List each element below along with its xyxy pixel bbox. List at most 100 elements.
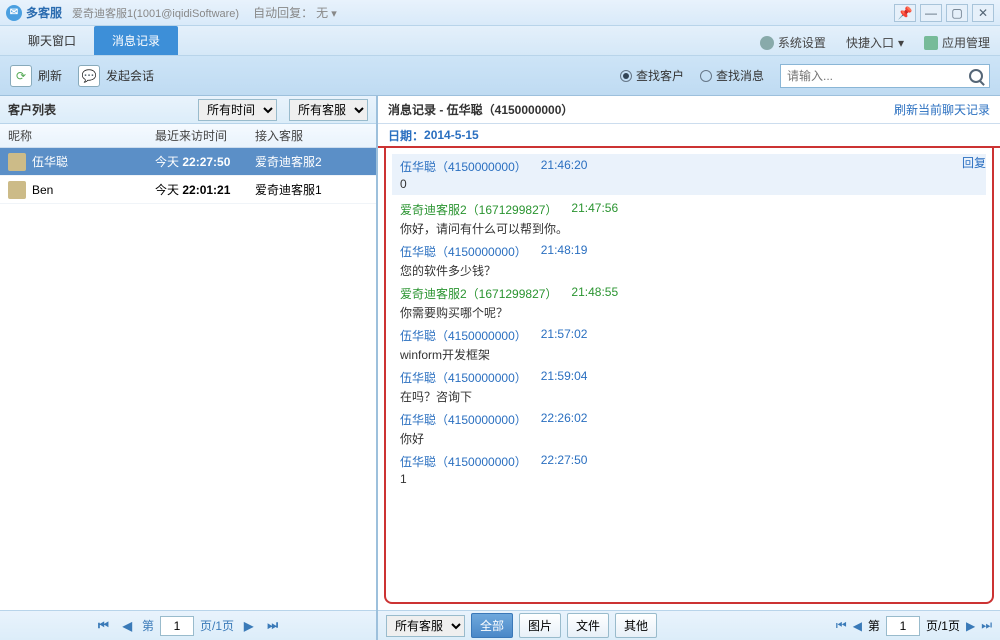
filter-image-button[interactable]: 图片	[519, 613, 561, 638]
maximize-button[interactable]: ▢	[946, 4, 968, 22]
message-body: 你好，请问有什么可以帮到你。	[400, 220, 976, 237]
col-agent[interactable]: 接入客服	[255, 127, 376, 144]
pager-last[interactable]: ⏭	[263, 618, 282, 633]
auto-reply-label: 自动回复： 无 ▾	[253, 4, 337, 21]
filter-agent-select[interactable]: 所有客服	[289, 99, 368, 121]
footer-agent-select[interactable]: 所有客服	[386, 615, 465, 637]
record-title: 消息记录 - 伍华聪（4150000000）	[388, 101, 573, 118]
message-sender: 伍华聪（4150000000）	[400, 411, 527, 428]
col-nickname[interactable]: 昵称	[0, 127, 155, 144]
message-time: 21:46:20	[541, 158, 588, 175]
message-time: 22:27:50	[541, 453, 588, 470]
message-body: 1	[400, 472, 976, 486]
message: 伍华聪（4150000000） 22:27:50 1	[400, 453, 976, 486]
tab-message-record[interactable]: 消息记录	[94, 26, 178, 55]
message: 伍华聪（4150000000） 21:59:04 在吗？咨询下	[400, 369, 976, 405]
app-name: 多客服	[26, 4, 62, 21]
filter-file-button[interactable]: 文件	[567, 613, 609, 638]
tabbar: 聊天窗口 消息记录 系统设置 快捷入口 ▾ 应用管理	[0, 26, 1000, 56]
customer-list-columns: 昵称 最近来访时间 接入客服	[0, 124, 376, 148]
pager-page-input[interactable]	[160, 616, 194, 636]
table-row[interactable]: Ben 今天 22:01:21 爱奇迪客服1	[0, 176, 376, 204]
message: 伍华聪（4150000000） 21:57:02 winform开发框架	[400, 327, 976, 363]
last-visit: 今天 22:01:21	[155, 181, 255, 198]
message-sender: 伍华聪（4150000000）	[400, 158, 527, 175]
agent: 爱奇迪客服1	[255, 181, 376, 198]
message-time: 21:57:02	[541, 327, 588, 344]
pager-first[interactable]: ⏮	[836, 618, 847, 633]
message: 爱奇迪客服2（1671299827） 21:47:56 你好，请问有什么可以帮到…	[400, 201, 976, 237]
customer-list-pane: 客户列表 所有时间 所有客服 昵称 最近来访时间 接入客服 伍华聪 今天 22:…	[0, 96, 378, 640]
pager-last[interactable]: ⏭	[981, 618, 992, 633]
pin-button[interactable]: 📌	[894, 4, 916, 22]
pager-prev[interactable]: ◀	[853, 619, 862, 633]
app-logo: ✉ 多客服	[6, 4, 62, 21]
refresh-chat-link[interactable]: 刷新当前聊天记录	[894, 101, 990, 118]
message-time: 21:48:55	[571, 285, 618, 302]
app-logo-icon: ✉	[6, 5, 22, 21]
filter-other-button[interactable]: 其他	[615, 613, 657, 638]
message-sender: 伍华聪（4150000000）	[400, 327, 527, 344]
reply-link[interactable]: 回复	[962, 154, 986, 171]
message: 爱奇迪客服2（1671299827） 21:48:55 你需要购买哪个呢？	[400, 285, 976, 321]
message-time: 22:26:02	[541, 411, 588, 428]
message-sender: 伍华聪（4150000000）	[400, 369, 527, 386]
last-visit: 今天 22:27:50	[155, 153, 255, 170]
message-body: 你需要购买哪个呢？	[400, 304, 976, 321]
tab-chat-window[interactable]: 聊天窗口	[10, 26, 94, 55]
message: 伍华聪（4150000000） 21:48:19 您的软件多少钱？	[400, 243, 976, 279]
message-record-pane: 消息记录 - 伍华聪（4150000000） 刷新当前聊天记录 日期：2014-…	[378, 96, 1000, 640]
pager-prev[interactable]: ◀	[119, 619, 136, 633]
search-icon[interactable]	[969, 69, 983, 83]
message-sender: 伍华聪（4150000000）	[400, 453, 527, 470]
refresh-button[interactable]: ⟳ 刷新	[10, 65, 62, 87]
message-time: 21:59:04	[541, 369, 588, 386]
chat-icon: 💬	[78, 65, 100, 87]
search-box	[780, 64, 990, 88]
message-time: 21:47:56	[571, 201, 618, 218]
pager-first[interactable]: ⏮	[94, 618, 113, 633]
refresh-icon: ⟳	[10, 65, 32, 87]
avatar	[8, 153, 26, 171]
message: 伍华聪（4150000000） 22:26:02 你好	[400, 411, 976, 447]
pager-next[interactable]: ▶	[966, 619, 975, 633]
table-row[interactable]: 伍华聪 今天 22:27:50 爱奇迪客服2	[0, 148, 376, 176]
avatar	[8, 181, 26, 199]
message-time: 21:48:19	[541, 243, 588, 260]
radio-dot-icon	[620, 70, 632, 82]
pager-page-input[interactable]	[886, 616, 920, 636]
nickname: Ben	[32, 183, 53, 197]
system-settings-button[interactable]: 系统设置	[750, 30, 836, 55]
window-buttons: 📌 — ▢ ✕	[894, 4, 994, 22]
quick-entry-button[interactable]: 快捷入口 ▾	[836, 30, 914, 55]
agent: 爱奇迪客服2	[255, 153, 376, 170]
nickname: 伍华聪	[32, 153, 68, 170]
minimize-button[interactable]: —	[920, 4, 942, 22]
message-sender: 爱奇迪客服2（1671299827）	[400, 201, 557, 218]
message-sender: 爱奇迪客服2（1671299827）	[400, 285, 557, 302]
toolbar: ⟳ 刷新 💬 发起会话 查找客户 查找消息	[0, 56, 1000, 96]
messages-container: 伍华聪（4150000000） 21:46:20 0 回复 爱奇迪客服2（167…	[384, 148, 994, 604]
customer-list-title: 客户列表	[8, 101, 56, 118]
left-pager: ⏮ ◀ 第 页/1页 ▶ ⏭	[0, 610, 376, 640]
start-session-button[interactable]: 💬 发起会话	[78, 65, 154, 87]
radio-dot-icon	[700, 70, 712, 82]
col-last-visit[interactable]: 最近来访时间	[155, 127, 255, 144]
app-manage-button[interactable]: 应用管理	[914, 30, 1000, 55]
message: 伍华聪（4150000000） 21:46:20 0 回复	[392, 154, 986, 195]
filter-all-button[interactable]: 全部	[471, 613, 513, 638]
message-sender: 伍华聪（4150000000）	[400, 243, 527, 260]
gear-icon	[760, 36, 774, 50]
find-customer-radio[interactable]: 查找客户	[620, 67, 684, 84]
message-body: 你好	[400, 430, 976, 447]
message-body: 0	[400, 177, 976, 191]
search-input[interactable]	[787, 69, 969, 83]
customer-rows: 伍华聪 今天 22:27:50 爱奇迪客服2Ben 今天 22:01:21 爱奇…	[0, 148, 376, 610]
message-body: winform开发框架	[400, 346, 976, 363]
filter-time-select[interactable]: 所有时间	[198, 99, 277, 121]
close-button[interactable]: ✕	[972, 4, 994, 22]
date-header: 日期：2014-5-15	[378, 124, 1000, 148]
message-body: 您的软件多少钱？	[400, 262, 976, 279]
find-message-radio[interactable]: 查找消息	[700, 67, 764, 84]
pager-next[interactable]: ▶	[240, 619, 257, 633]
